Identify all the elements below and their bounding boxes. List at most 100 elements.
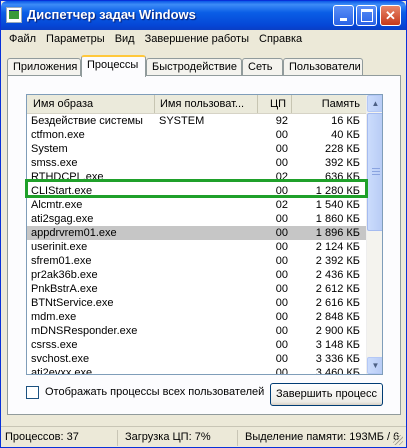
table-row[interactable]: ctfmon.exe 00 40 КБ (27, 128, 366, 142)
table-row[interactable]: svchost.exe 00 3 336 КБ (27, 352, 366, 366)
resize-grip[interactable] (393, 435, 403, 445)
table-row[interactable]: ati2sgag.exe 00 1 860 КБ (27, 212, 366, 226)
cell-cpu: 00 (275, 325, 288, 337)
table-row[interactable]: System 00 228 КБ (27, 142, 366, 156)
cell-memory: 2 612 КБ (315, 283, 360, 295)
arrow-down-icon: ▼ (371, 360, 380, 370)
column-image-name[interactable]: Имя образа (27, 95, 155, 113)
cell-cpu: 00 (275, 185, 288, 197)
end-process-button[interactable]: Завершить процесс (270, 383, 383, 406)
show-all-users-label: Отображать процессы всех пользователей (45, 386, 265, 398)
tab-users[interactable]: Пользователи (283, 58, 363, 76)
cell-memory: 1 540 КБ (315, 199, 360, 211)
cell-image-name: smss.exe (31, 157, 78, 169)
cell-memory: 3 460 КБ (315, 367, 360, 375)
menu-view[interactable]: Вид (110, 30, 140, 49)
cell-memory: 2 124 КБ (315, 241, 360, 253)
close-button[interactable]: ✕ (380, 5, 401, 26)
table-row[interactable]: Alcmtr.exe 02 1 540 КБ (27, 198, 366, 212)
process-list[interactable]: Имя образа Имя пользоват... ЦП Память Бе… (26, 94, 383, 375)
table-row[interactable]: appdrvrem01.exe 00 1 896 КБ (27, 226, 366, 240)
status-cpu: Загрузка ЦП: 7% (121, 430, 238, 446)
list-header: Имя образа Имя пользоват... ЦП Память (27, 95, 366, 114)
menu-options[interactable]: Параметры (41, 30, 110, 49)
show-all-users-option[interactable]: Отображать процессы всех пользователей (26, 384, 264, 400)
thumb-grip (372, 168, 380, 169)
table-row[interactable]: sfrem01.exe 00 2 392 КБ (27, 254, 366, 268)
table-row[interactable]: csrss.exe 00 3 148 КБ (27, 338, 366, 352)
close-icon: ✕ (385, 7, 396, 23)
minimize-button[interactable] (333, 5, 354, 26)
cell-cpu: 00 (275, 213, 288, 225)
table-row[interactable]: mdm.exe 00 2 848 КБ (27, 310, 366, 324)
thumb-grip (372, 174, 380, 175)
menu-help[interactable]: Справка (254, 30, 307, 49)
cell-image-name: ati2evxx.exe (31, 367, 93, 375)
cell-memory: 1 860 КБ (315, 213, 360, 225)
table-row[interactable]: mDNSResponder.exe 00 2 900 КБ (27, 324, 366, 338)
cell-memory: 40 КБ (331, 129, 360, 141)
cell-image-name: appdrvrem01.exe (31, 227, 117, 239)
cell-memory: 16 КБ (331, 115, 360, 127)
tab-performance[interactable]: Быстродействие (146, 58, 242, 76)
cell-memory: 2 616 КБ (315, 297, 360, 309)
cell-cpu: 02 (275, 199, 288, 211)
menu-bar: Файл Параметры Вид Завершение работы Спр… (1, 30, 406, 49)
cell-image-name: pr2ak36b.exe (31, 269, 98, 281)
status-bar: Процессов: 37 Загрузка ЦП: 7% Выделение … (1, 426, 406, 447)
table-row[interactable]: BTNtService.exe 00 2 616 КБ (27, 296, 366, 310)
table-row[interactable]: smss.exe 00 392 КБ (27, 156, 366, 170)
table-row[interactable]: ati2evxx.exe 00 3 460 КБ (27, 366, 366, 375)
window-title: Диспетчер задач Windows (27, 7, 196, 22)
cell-image-name: BTNtService.exe (31, 297, 114, 309)
scroll-up-button[interactable]: ▲ (367, 95, 382, 112)
scroll-down-button[interactable]: ▼ (367, 357, 382, 374)
show-all-users-checkbox[interactable] (26, 385, 39, 399)
cell-image-name: ctfmon.exe (31, 129, 85, 141)
task-manager-window: Диспетчер задач Windows ✕ Файл Параметры… (0, 0, 407, 448)
thumb-grip (372, 171, 380, 172)
cell-image-name: userinit.exe (31, 241, 88, 253)
tab-applications[interactable]: Приложения (7, 58, 81, 76)
cell-cpu: 00 (275, 269, 288, 281)
menu-file[interactable]: Файл (4, 30, 41, 49)
cell-image-name: mdm.exe (31, 311, 77, 323)
cell-cpu: 00 (275, 339, 288, 351)
table-row[interactable]: PnkBstrA.exe 00 2 612 КБ (27, 282, 366, 296)
table-row[interactable]: pr2ak36b.exe 00 2 436 КБ (27, 268, 366, 282)
table-row[interactable]: userinit.exe 00 2 124 КБ (27, 240, 366, 254)
scroll-thumb[interactable] (367, 113, 382, 231)
cell-memory: 1 280 КБ (315, 185, 360, 197)
table-row[interactable]: CLIStart.exe 00 1 280 КБ (27, 184, 366, 198)
cell-user-name: SYSTEM (159, 115, 205, 127)
tab-network[interactable]: Сеть (242, 58, 283, 76)
vertical-scrollbar[interactable]: ▲ ▼ (366, 95, 382, 374)
cell-cpu: 00 (275, 255, 288, 267)
cell-memory: 228 КБ (324, 143, 360, 155)
column-cpu[interactable]: ЦП (258, 95, 292, 113)
cell-memory: 636 КБ (324, 171, 360, 183)
status-processes: Процессов: 37 (1, 430, 118, 446)
column-user-name[interactable]: Имя пользоват... (155, 95, 258, 113)
cell-memory: 3 148 КБ (315, 339, 360, 351)
title-bar[interactable]: Диспетчер задач Windows ✕ (1, 1, 406, 30)
cell-image-name: Alcmtr.exe (31, 199, 83, 211)
cell-image-name: Бездействие системы (31, 115, 143, 127)
maximize-button[interactable] (356, 5, 377, 26)
tab-processes[interactable]: Процессы (81, 55, 146, 77)
column-memory[interactable]: Память (292, 95, 366, 113)
table-row[interactable]: Бездействие системы SYSTEM 92 16 КБ (27, 114, 366, 128)
menu-shutdown[interactable]: Завершение работы (140, 30, 254, 49)
cell-image-name: PnkBstrA.exe (31, 283, 98, 295)
cell-memory: 2 436 КБ (315, 269, 360, 281)
cell-cpu: 00 (275, 227, 288, 239)
cell-cpu: 00 (275, 297, 288, 309)
table-row[interactable]: RTHDCPL.exe 02 636 КБ (27, 170, 366, 184)
cell-cpu: 00 (275, 143, 288, 155)
cell-image-name: System (31, 143, 68, 155)
cell-cpu: 00 (275, 367, 288, 375)
cell-image-name: ati2sgag.exe (31, 213, 94, 225)
process-rows: Бездействие системы SYSTEM 92 16 КБ ctfmon.e… (27, 114, 366, 375)
cell-cpu: 92 (275, 115, 288, 127)
arrow-up-icon: ▲ (371, 98, 380, 108)
